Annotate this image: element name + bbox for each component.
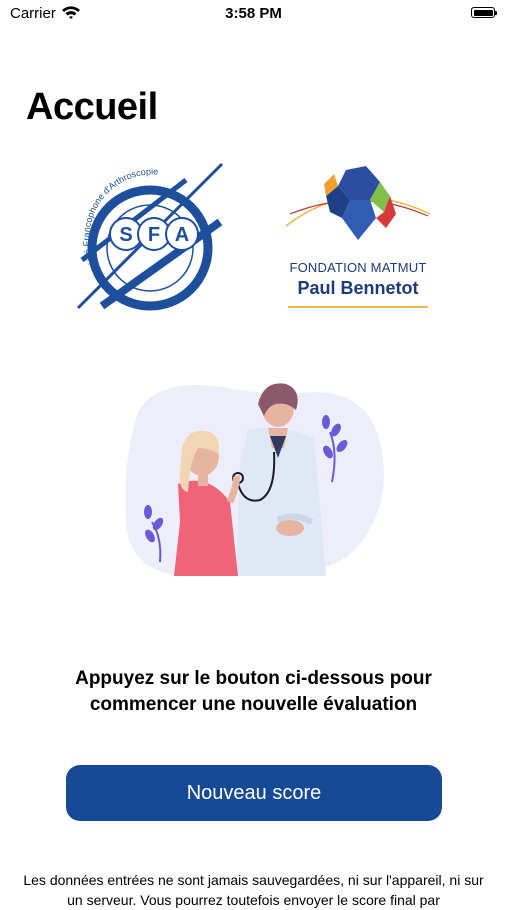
sfa-logo: Société Francophone d'Arthroscopie S F A [74, 160, 226, 312]
doctor-patient-illustration [118, 372, 392, 578]
matmut-line1: FONDATION MATMUT [289, 260, 427, 275]
page-title: Accueil [26, 86, 158, 128]
matmut-divider [288, 306, 428, 308]
instruction-text: Appuyez sur le bouton ci-dessous pour co… [75, 668, 432, 715]
new-score-button[interactable]: Nouveau score [66, 765, 442, 821]
status-bar: Carrier 3:58 PM [0, 0, 507, 28]
matmut-line2: Paul Bennetot [297, 278, 419, 298]
matmut-logo: FONDATION MATMUT Paul Bennetot [280, 156, 436, 316]
sfa-letter-f: F [148, 224, 160, 246]
sfa-letter-a: A [175, 224, 189, 246]
battery-icon [471, 7, 497, 18]
privacy-disclaimer: Les données entrées ne sont jamais sauve… [23, 872, 484, 908]
status-time: 3:58 PM [225, 5, 282, 22]
sfa-letter-s: S [119, 224, 132, 246]
